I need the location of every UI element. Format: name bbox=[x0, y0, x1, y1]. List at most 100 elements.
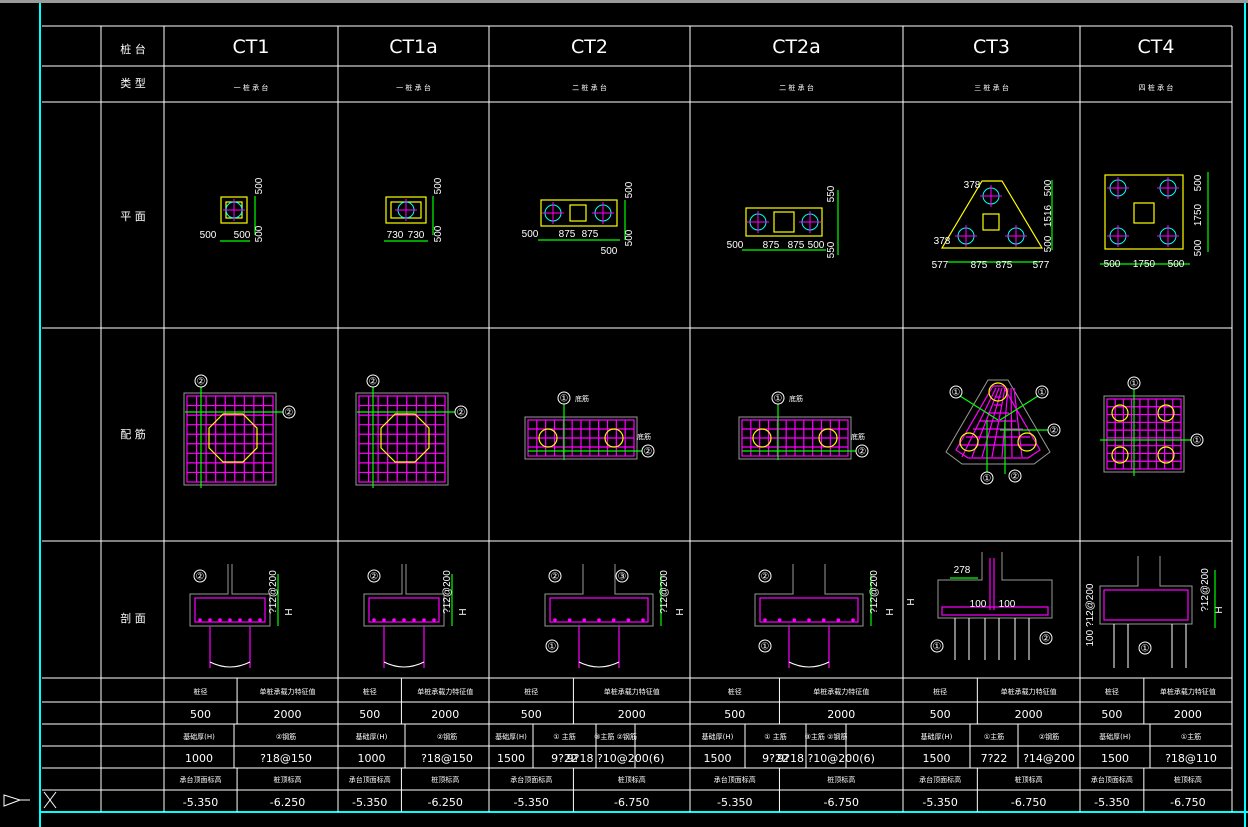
param-label: ③主筋 ②钢筋 bbox=[805, 732, 848, 741]
param-header-bottom-elev: 桩顶标高 bbox=[431, 775, 459, 784]
rebar-ct2: ①②底筋底筋 bbox=[524, 391, 655, 460]
ucs-icon bbox=[3, 791, 57, 809]
pile-circle bbox=[1111, 404, 1129, 422]
section-ct3: 278 100 100 H ① ② bbox=[906, 552, 1053, 660]
dimension-label: 875 bbox=[763, 240, 780, 251]
rebar-marker-label: ① bbox=[1038, 388, 1047, 399]
row-label-type: 类 型 bbox=[120, 76, 146, 90]
param-header-bottom-elev: 桩顶标高 bbox=[618, 775, 646, 784]
dimension-label: 550 bbox=[826, 241, 837, 258]
param-diameter: 500 bbox=[190, 708, 211, 721]
pile-circle bbox=[1111, 446, 1129, 464]
rebar-dot bbox=[763, 618, 767, 622]
rebar-marker-label: ① bbox=[1193, 436, 1202, 447]
rebar-marker-label: ② bbox=[197, 377, 206, 388]
section-rebar-label: ?12@200 bbox=[1200, 568, 1211, 612]
section-dim-label: 100 bbox=[999, 599, 1016, 610]
section-ct1a: ② bbox=[363, 564, 453, 668]
rebar-dot bbox=[626, 618, 631, 622]
section-dim-label: 278 bbox=[954, 565, 971, 576]
param-value: 1500 bbox=[704, 752, 732, 765]
column-outline bbox=[569, 204, 587, 222]
column-header-ct1a: CT1a bbox=[389, 36, 438, 58]
param-header-capacity: 单桩承载力特征值 bbox=[260, 687, 316, 696]
column-type-ct2a: 二 桩 承 台 bbox=[779, 83, 814, 92]
rebar-ct2a: ①②底筋底筋 bbox=[738, 391, 869, 460]
section-ct2a: ② bbox=[754, 564, 872, 668]
param-capacity: 2000 bbox=[827, 708, 855, 721]
rebar-marker-label: ① bbox=[933, 642, 942, 653]
param-bottom-elev: -6.750 bbox=[1170, 796, 1205, 809]
rebar-dot bbox=[218, 618, 222, 622]
dimension-label: 378 bbox=[934, 236, 951, 247]
dimension-label: 500 bbox=[601, 246, 618, 257]
param-header-bottom-elev: 桩顶标高 bbox=[1174, 775, 1202, 784]
rebar-marker-label: ① bbox=[983, 474, 992, 485]
dimension-label: 730 bbox=[408, 230, 425, 241]
dimension-label: 500 bbox=[624, 229, 635, 246]
rebar-dot bbox=[238, 618, 242, 622]
table-text: 桩 台类 型平 面配 筋剖 面 CT1 一 桩 承 台 CT1a 一 桩 承 台 CT2 二… bbox=[120, 36, 1217, 809]
row-label-section: 剖 面 bbox=[120, 611, 146, 625]
rebar-dot bbox=[248, 618, 252, 622]
rebar-marker-label: ② bbox=[1050, 426, 1059, 437]
param-value: 1000 bbox=[358, 752, 386, 765]
rebar-dot bbox=[597, 618, 601, 622]
dimension-label: 875 bbox=[582, 229, 599, 240]
param-header-diameter: 桩径 bbox=[194, 687, 208, 696]
mesh-border bbox=[1106, 398, 1182, 470]
rebar-marker-label: ② bbox=[1011, 472, 1020, 483]
param-bottom-elev: -6.250 bbox=[427, 796, 462, 809]
param-label: 基础厚(H) bbox=[495, 732, 527, 741]
param-header-bottom-elev: 桩顶标高 bbox=[1015, 775, 1043, 784]
param-value: 1500 bbox=[923, 752, 951, 765]
param-bottom-elev: -6.250 bbox=[270, 796, 305, 809]
section-rebar bbox=[941, 606, 1049, 616]
column-header-ct3: CT3 bbox=[973, 36, 1010, 58]
dimension-label: 378 bbox=[964, 180, 981, 191]
rebar-dot bbox=[777, 618, 782, 622]
rebar-dot bbox=[228, 618, 232, 622]
dimension-label: 1750 bbox=[1193, 203, 1204, 226]
rebar-marker-label: ② bbox=[196, 572, 205, 583]
rebar-dot bbox=[582, 618, 587, 622]
plan-ct1a: 500 500 730 730 bbox=[384, 177, 444, 242]
param-value: ?18@150 bbox=[260, 752, 312, 765]
dimension-label: 875 bbox=[971, 260, 988, 271]
column-header-ct1: CT1 bbox=[233, 36, 270, 58]
rebar-marker-label: ② bbox=[644, 447, 653, 458]
param-capacity: 2000 bbox=[431, 708, 459, 721]
plan-ct1: 500 500500500 bbox=[200, 177, 265, 242]
pile-break bbox=[383, 661, 425, 668]
param-value: 9?18 ?10@200(6) bbox=[567, 752, 665, 765]
param-header-capacity: 单桩承载力特征值 bbox=[813, 687, 869, 696]
column-type-ct4: 四 桩 承 台 bbox=[1139, 83, 1174, 92]
mesh-border bbox=[358, 395, 446, 483]
pile-circle bbox=[1157, 446, 1175, 464]
dimension-label: 500 bbox=[1193, 174, 1204, 191]
section-rebar-label: 100 ?12@200 bbox=[1085, 583, 1096, 646]
plan-ct4: 500 1750 500 500 1750 500 bbox=[1100, 172, 1209, 270]
cad-drawing-canvas: 500 500500500500500730 730500500875 8755005… bbox=[0, 0, 1248, 827]
rebar-dot bbox=[851, 618, 855, 622]
rebar-note: 底筋 bbox=[637, 432, 651, 441]
param-diameter: 500 bbox=[359, 708, 380, 721]
param-label: 基础厚(H) bbox=[921, 732, 953, 741]
param-header-diameter: 桩径 bbox=[933, 687, 947, 696]
dimension-label: 577 bbox=[1033, 260, 1050, 271]
param-value: ?14@200 bbox=[1023, 752, 1075, 765]
pile-break bbox=[578, 661, 620, 668]
section-h-label: H bbox=[284, 608, 295, 615]
rebar-note: 底筋 bbox=[851, 432, 865, 441]
param-label: 基础厚(H) bbox=[702, 732, 734, 741]
plan-ct2a: 550550500 875 875 500 bbox=[727, 185, 839, 258]
param-label: ① 主筋 bbox=[553, 732, 576, 741]
param-value: 1500 bbox=[497, 752, 525, 765]
section-ct4: 100 ?12@200 ?12@200 H ① bbox=[1085, 556, 1225, 668]
plan-ct2: 500500875 875500500 bbox=[522, 181, 635, 257]
dimension-label: 500 bbox=[624, 181, 635, 198]
row-label-plan: 平 面 bbox=[120, 210, 146, 223]
cap-outline bbox=[355, 392, 449, 486]
param-top-elev: -5.350 bbox=[513, 796, 548, 809]
param-top-elev: -5.350 bbox=[183, 796, 218, 809]
